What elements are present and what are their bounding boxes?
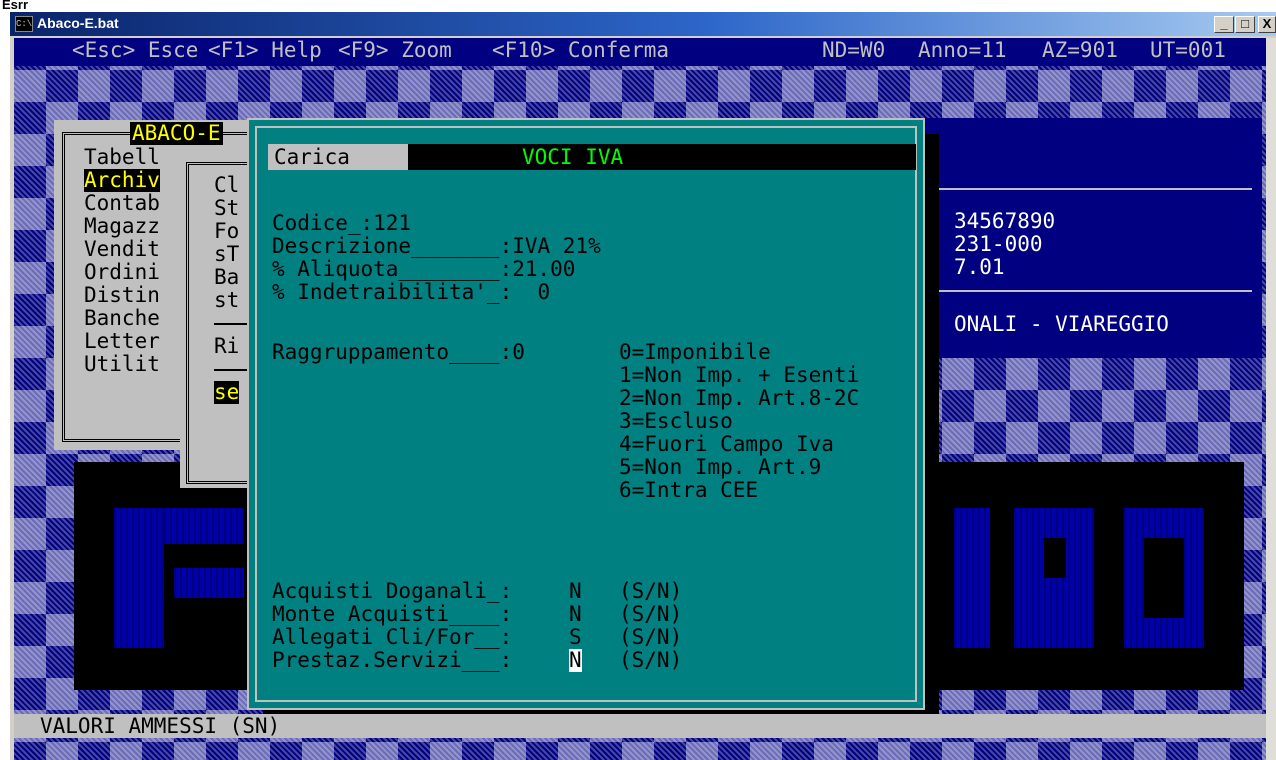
esc-key-hint[interactable]: <Esc> Esce [72, 39, 198, 62]
raggruppamento-field[interactable]: Raggruppamento____:0 [272, 341, 525, 364]
function-key-bar: <Esc> Esce <F1> Help <F9> Zoom <F10> Con… [14, 38, 1276, 66]
indetraibilita-field[interactable]: % Indetraibilita'_: 0 [272, 281, 550, 304]
f10-key-hint[interactable]: <F10> Conferma [492, 39, 669, 62]
main-menu-title: ABACO-E [130, 121, 223, 145]
menu-item-distinte[interactable]: Distin [84, 284, 160, 307]
raggruppamento-option: 3=Escluso [619, 409, 733, 433]
console-area: <Esc> Esce <F1> Help <F9> Zoom <F10> Con… [14, 38, 1276, 760]
divider [930, 290, 1252, 292]
submenu-item-selected[interactable]: se [214, 381, 240, 404]
dialog-title: VOCI IVA [522, 145, 624, 169]
logo-block [1144, 538, 1184, 618]
divider [930, 188, 1252, 190]
allegati-clifor-label: Allegati Cli/For__: [272, 625, 513, 649]
info-line-3: 7.01 [954, 255, 1005, 279]
logo-block [174, 568, 244, 598]
prestaz-servizi-label: Prestaz.Servizi___: [272, 648, 513, 672]
info-line-1: 34567890 [954, 209, 1056, 233]
logo-block [954, 508, 990, 648]
menu-item-archivi[interactable]: Archiv [84, 169, 160, 192]
company-info-panel: 34567890 231-000 7.01 ONALI - VIAREGGIO [920, 118, 1262, 358]
status-bar: VALORI AMMESSI (SN) [14, 714, 1276, 738]
prestaz-servizi-hint: (S/N) [619, 648, 683, 672]
raggruppamento-option: 0=Imponibile [619, 340, 771, 364]
logo-block [114, 508, 164, 648]
menu-item-banche[interactable]: Banche [84, 307, 160, 330]
status-message: VALORI AMMESSI (SN) [40, 714, 281, 738]
raggruppamento-option: 5=Non Imp. Art.9 [619, 455, 822, 479]
codice-field[interactable]: Codice_:121 [272, 212, 411, 235]
f1-key-hint[interactable]: <F1> Help [208, 39, 322, 62]
info-line-4: ONALI - VIAREGGIO [954, 312, 1169, 336]
dialog-mode: Carica [274, 145, 350, 169]
raggruppamento-option: 6=Intra CEE [619, 478, 759, 502]
menu-item-utilita[interactable]: Utilit [84, 353, 160, 376]
descrizione-field[interactable]: Descrizione_______:IVA 21% [272, 235, 601, 258]
acquisti-doganali-input[interactable]: N [569, 580, 582, 603]
console-icon[interactable]: C:\ [15, 16, 33, 32]
monte-acquisti-label: Monte Acquisti____: [272, 602, 513, 626]
minimize-button[interactable]: _ [1214, 16, 1234, 33]
acquisti-doganali-label: Acquisti Doganali_: [272, 579, 513, 603]
raggruppamento-option: 4=Fuori Campo Iva [619, 432, 834, 456]
submenu-item[interactable]: st [214, 289, 239, 312]
logo-block [164, 508, 244, 544]
ut-indicator: UT=001 [1150, 38, 1226, 62]
raggruppamento-option: 2=Non Imp. Art.8-2C [619, 386, 860, 410]
aliquota-field[interactable]: % Aliquota________:21.00 [272, 258, 575, 281]
logo-block [1014, 508, 1094, 648]
menu-item-magazzino[interactable]: Magazz [84, 215, 160, 238]
anno-indicator: Anno=11 [918, 38, 1007, 62]
f9-key-hint[interactable]: <F9> Zoom [338, 39, 452, 62]
submenu-item[interactable]: Ri [214, 335, 239, 358]
submenu-item[interactable]: St [214, 197, 239, 220]
menu-item-tabelle[interactable]: Tabell [84, 146, 160, 169]
console-window: C:\ Abaco-E.bat _ □ X <Esc> Esce <F1> He… [10, 12, 1276, 760]
nd-indicator: ND=W0 [822, 38, 886, 62]
submenu-item[interactable]: Cl [214, 174, 239, 197]
submenu-item[interactable]: Ba [214, 266, 239, 289]
menu-item-ordini[interactable]: Ordini [84, 261, 160, 284]
info-line-2: 231-000 [954, 232, 1043, 256]
maximize-button[interactable]: □ [1235, 16, 1255, 33]
az-indicator: AZ=901 [1042, 38, 1118, 62]
submenu-item[interactable]: sT [214, 243, 239, 266]
vertical-scrollbar[interactable] [1266, 38, 1276, 760]
window-title: Abaco-E.bat [37, 15, 119, 31]
title-bar[interactable]: C:\ Abaco-E.bat _ □ X [10, 12, 1276, 36]
dialog-title-bar: Carica VOCI IVA [268, 144, 916, 170]
dialog-shadow [925, 134, 939, 726]
acquisti-doganali-hint: (S/N) [619, 579, 683, 603]
monte-acquisti-input[interactable]: N [569, 603, 582, 626]
raggruppamento-option: 1=Non Imp. + Esenti [619, 363, 860, 387]
close-button[interactable]: X [1258, 16, 1276, 33]
prestaz-servizi-input[interactable]: N [569, 649, 582, 672]
menu-item-contabilita[interactable]: Contab [84, 192, 160, 215]
logo-block [1044, 538, 1066, 578]
menu-item-vendite[interactable]: Vendit [84, 238, 160, 261]
monte-acquisti-hint: (S/N) [619, 602, 683, 626]
allegati-clifor-input[interactable]: S [569, 626, 582, 649]
menu-item-lettere[interactable]: Letter [84, 330, 160, 353]
submenu-item[interactable]: Fo [214, 220, 239, 243]
allegati-clifor-hint: (S/N) [619, 625, 683, 649]
voci-iva-dialog: Carica VOCI IVA Codice_:121 Descrizione_… [247, 118, 925, 710]
